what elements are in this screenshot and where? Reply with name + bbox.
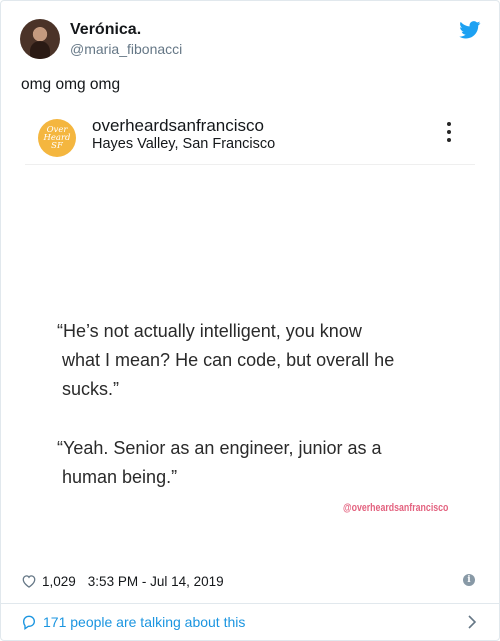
comment-icon [22, 615, 36, 630]
instagram-embed[interactable]: Over Heard SF overheardsanfrancisco Haye… [21, 104, 479, 556]
footer-divider [1, 603, 499, 604]
user-handle[interactable]: @maria_fibonacci [70, 41, 182, 57]
chevron-right-icon [468, 615, 477, 629]
display-name[interactable]: Verónica. [70, 21, 141, 39]
quote-text: “He’s not actually intelligent, you know… [57, 321, 395, 399]
tweet-card: Verónica. @maria_fibonacci omg omg omg O… [0, 0, 500, 641]
like-count[interactable]: 1,029 [42, 574, 76, 589]
twitter-bird-icon[interactable] [459, 21, 481, 39]
avatar-logo-text: SF [51, 141, 63, 151]
more-icon[interactable] [445, 122, 453, 146]
conversation-link[interactable]: 171 people are talking about this [21, 612, 481, 632]
quote-text: “Yeah. Senior as an engineer, junior as … [57, 438, 382, 487]
info-icon[interactable]: i [463, 574, 475, 586]
timestamp[interactable]: 3:53 PM - Jul 14, 2019 [88, 574, 224, 589]
tweet-text: omg omg omg [21, 76, 121, 93]
tweet-meta: 1,029 3:53 PM - Jul 14, 2019 [21, 571, 224, 591]
watermark: @overheardsanfrancisco [343, 502, 449, 514]
location-label[interactable]: Hayes Valley, San Francisco [92, 136, 275, 152]
avatar[interactable] [20, 19, 60, 59]
account-name[interactable]: overheardsanfrancisco [92, 116, 264, 136]
account-avatar[interactable]: Over Heard SF [38, 119, 76, 157]
talking-count-label: 171 people are talking about this [43, 614, 246, 630]
heart-icon[interactable] [21, 574, 37, 588]
embed-divider [25, 164, 475, 165]
